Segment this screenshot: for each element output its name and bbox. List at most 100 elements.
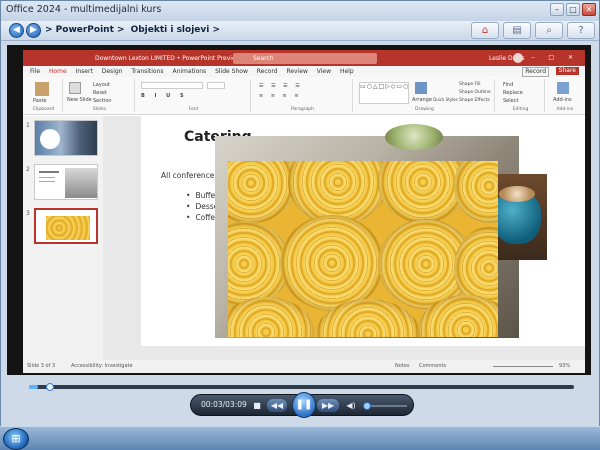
nav-bar: ◀ ▶ > PowerPoint > Objekti i slojevi > ⌂…: [1, 21, 599, 41]
layout-button[interactable]: Layout: [93, 82, 110, 88]
window-controls: – □ ✕: [550, 3, 596, 16]
record-button[interactable]: Record: [522, 67, 549, 77]
comments-button[interactable]: Comments: [419, 363, 446, 369]
menu-slide-show[interactable]: Slide Show: [215, 66, 248, 77]
slide-body-text[interactable]: All conference a: [161, 171, 221, 180]
shape-outline-button[interactable]: Shape Outline: [459, 90, 491, 95]
ribbon-group-paragraph: ☰ ☰ ☰ ☰ ≡ ≡ ≡ ≡ Paragraph: [253, 79, 353, 112]
video-stage[interactable]: Downtown Lexton LIMITED • PowerPoint Pre…: [7, 45, 591, 375]
slide-count: Slide 3 of 3: [27, 363, 56, 369]
ribbon-group-editing: Find Replace Select Editing: [497, 79, 545, 112]
group-name-clipboard: Clipboard: [32, 107, 55, 112]
fast-forward-icon[interactable]: ▶▶: [317, 399, 339, 412]
help-button[interactable]: ?: [567, 22, 595, 39]
minimize-button[interactable]: –: [550, 3, 564, 16]
ribbon: Paste Clipboard New Slide Layout Reset S…: [23, 77, 585, 115]
font-format-buttons[interactable]: B I U S: [141, 93, 188, 99]
slide-canvas[interactable]: Catering All conference a Buffet sty Des…: [141, 116, 585, 346]
avatar[interactable]: [513, 53, 523, 63]
close-button[interactable]: ✕: [582, 3, 596, 16]
search-button[interactable]: ⌕: [535, 22, 563, 39]
menu-insert[interactable]: Insert: [76, 66, 93, 77]
breadcrumb-objects-layers[interactable]: Objekti i slojevi >: [131, 25, 220, 35]
seek-handle[interactable]: [45, 383, 54, 391]
print-button[interactable]: ▤: [503, 22, 531, 39]
slide-thumbnail-2[interactable]: [34, 164, 98, 200]
stop-icon[interactable]: ■: [252, 399, 262, 412]
share-button[interactable]: Share: [555, 67, 579, 75]
thumbnail-text-line: [39, 177, 55, 178]
window-title: Office 2024 - multimedijalni kurs: [6, 4, 162, 15]
shape-effects-button[interactable]: Shape Effects: [459, 98, 490, 103]
volume-icon[interactable]: ◀): [346, 399, 356, 412]
addins-icon[interactable]: [557, 82, 569, 94]
notes-button[interactable]: Notes: [395, 363, 409, 369]
replace-button[interactable]: Replace: [503, 90, 523, 96]
home-button[interactable]: ⌂: [471, 22, 499, 39]
volume-slider[interactable]: [363, 402, 407, 410]
pasta-nest: [454, 161, 498, 223]
menu-transitions[interactable]: Transitions: [131, 66, 163, 77]
accessibility-status[interactable]: Accessibility: Investigate: [71, 363, 133, 369]
find-button[interactable]: Find: [503, 82, 513, 88]
seek-progress: [29, 385, 38, 389]
section-button[interactable]: Section: [93, 98, 112, 104]
seek-bar[interactable]: [29, 383, 574, 391]
zoom-slider[interactable]: [493, 366, 553, 367]
pasta-nest: [228, 161, 296, 223]
zoom-level[interactable]: 93%: [559, 363, 570, 369]
menu-file[interactable]: File: [30, 66, 40, 77]
coffee-foam: [499, 186, 535, 202]
new-slide-icon[interactable]: [69, 82, 81, 94]
menu-view[interactable]: View: [317, 66, 331, 77]
menu-design[interactable]: Design: [102, 66, 123, 77]
volume-handle[interactable]: [363, 402, 371, 410]
font-name-select[interactable]: [141, 82, 203, 89]
taskbar: ⊞: [0, 426, 600, 450]
search-icon: ⌕: [546, 25, 552, 36]
paragraph-align-buttons[interactable]: ≡ ≡ ≡ ≡: [259, 93, 302, 99]
transport-bar: 00:03/03:09 ■ ◀◀ ❚❚ ▶▶ ◀): [190, 392, 414, 418]
ribbon-group-clipboard: Paste Clipboard: [25, 79, 63, 112]
group-name-font: Font: [188, 107, 199, 112]
breadcrumb-powerpoint[interactable]: > PowerPoint >: [45, 25, 125, 35]
group-name-drawing: Drawing: [415, 107, 434, 112]
home-icon: ⌂: [481, 25, 489, 36]
ppt-status-bar: Slide 3 of 3 Accessibility: Investigate …: [23, 360, 585, 373]
arrange-icon[interactable]: [415, 82, 427, 94]
font-size-select[interactable]: [207, 82, 225, 89]
ppt-search-input[interactable]: Search: [233, 53, 377, 64]
menu-animations[interactable]: Animations: [172, 66, 206, 77]
salad-bowl-photo: [385, 124, 443, 150]
reset-button[interactable]: Reset: [93, 90, 107, 96]
ppt-title-bar: Downtown Lexton LIMITED • PowerPoint Pre…: [23, 50, 585, 66]
pause-icon[interactable]: ❚❚: [292, 392, 316, 418]
pasta-nest: [228, 297, 314, 337]
maximize-button[interactable]: □: [566, 3, 580, 16]
rewind-icon[interactable]: ◀◀: [267, 399, 287, 412]
arrange-label: Arrange: [412, 97, 432, 103]
select-button[interactable]: Select: [503, 98, 518, 104]
group-name-editing: Editing: [512, 107, 529, 112]
menu-review[interactable]: Review: [286, 66, 307, 77]
menu-record[interactable]: Record: [257, 66, 278, 77]
group-name-addins: Add-ins: [556, 107, 574, 112]
ribbon-group-font: B I U S Font: [137, 79, 251, 112]
paste-icon[interactable]: [35, 82, 49, 96]
toolbar: ⌂ ▤ ⌕ ?: [471, 22, 595, 39]
menu-help[interactable]: Help: [340, 66, 354, 77]
quick-styles-label[interactable]: Quick Styles: [433, 97, 458, 102]
paragraph-list-buttons[interactable]: ☰ ☰ ☰ ☰: [259, 83, 303, 89]
start-button[interactable]: ⊞: [3, 428, 29, 450]
shape-fill-button[interactable]: Shape Fill: [459, 82, 481, 87]
slide-number-1: 1: [26, 122, 30, 129]
ppt-document-title: Downtown Lexton LIMITED • PowerPoint Pre…: [95, 55, 241, 62]
forward-button[interactable]: ▶: [26, 23, 41, 38]
pasta-photo[interactable]: [228, 161, 498, 337]
ppt-window-controls[interactable]: – □ ✕: [531, 54, 579, 61]
back-button[interactable]: ◀: [9, 23, 24, 38]
shapes-gallery[interactable]: ▭○△□▷◇▭○△□▷◇▭○△□▷◇: [359, 82, 409, 104]
coffee-photo[interactable]: [491, 174, 547, 260]
slide-thumbnail-1[interactable]: [34, 120, 98, 156]
slide-thumbnail-3[interactable]: [34, 208, 98, 244]
